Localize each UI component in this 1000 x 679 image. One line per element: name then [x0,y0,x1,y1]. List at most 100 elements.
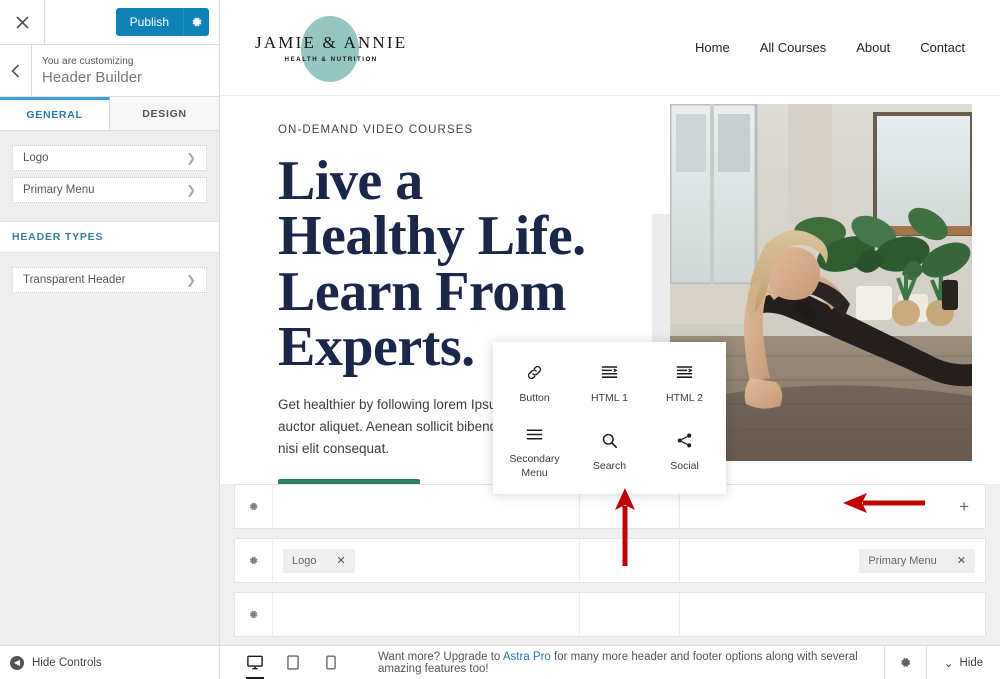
astra-pro-link[interactable]: Astra Pro [503,651,551,663]
chevron-right-icon: ❯ [185,273,196,287]
site-logo[interactable]: JAMIE & ANNIE HEALTH & NUTRITION [255,0,407,96]
picker-item-social[interactable]: Social [647,418,722,486]
device-mobile-button[interactable] [320,646,342,679]
html-lines-icon [675,363,695,383]
section-heading-header-types: HEADER TYPES [0,221,219,253]
chevron-left-icon [11,63,20,78]
device-preview-switcher [220,646,366,679]
row-zone-center[interactable] [580,593,680,636]
picker-item-search[interactable]: Search [572,418,647,486]
publish-group: Publish [115,8,209,36]
logo-tagline: HEALTH & NUTRITION [284,55,378,63]
chip-remove-icon[interactable]: ✕ [957,554,966,567]
sidebar-item-primary-menu[interactable]: Primary Menu ❯ [12,177,207,203]
gear-icon [249,502,258,511]
section-body-header-types: Transparent Header ❯ [0,253,219,293]
row-zone-right[interactable]: Primary Menu ✕ [680,539,986,582]
chip-label: Logo [292,554,317,567]
picker-item-secondary-menu[interactable]: Secondary Menu [497,418,572,486]
panel-body: Logo ❯ Primary Menu ❯ HEADER TYPES Trans… [0,131,219,645]
hero-eyebrow: ON-DEMAND VIDEO COURSES [278,124,474,136]
page-title: Header Builder [42,68,143,86]
device-tablet-button[interactable] [282,646,304,679]
builder-chip-logo[interactable]: Logo ✕ [283,548,355,573]
publish-settings-button[interactable] [183,8,209,36]
row-settings-button[interactable] [235,485,273,528]
builder-row-below-header [234,592,986,637]
picker-item-label: Secondary Menu [509,453,560,479]
sidebar-item-logo[interactable]: Logo ❯ [12,145,207,171]
hero-heading-line: Healthy Life. [278,205,586,268]
hide-controls-label: Hide Controls [32,656,102,669]
picker-item-html-1[interactable]: HTML 1 [572,350,647,418]
picker-item-button[interactable]: Button [497,350,572,418]
picker-item-label: Social [670,459,699,472]
desktop-icon [247,655,263,670]
upgrade-message: Want more? Upgrade to Astra Pro for many… [366,651,884,675]
gear-icon [192,17,201,27]
customizer-app: Publish You are customizing Header Build… [0,0,1000,679]
logo-title: JAMIE & ANNIE [255,32,408,52]
header-builder-panel: + Logo ✕ Primary Menu ✕ [220,484,1000,645]
customizer-footer-bar: ◀ Hide Controls Want more? Upgrade to As… [0,645,1000,679]
customizer-sidebar: Publish You are customizing Header Build… [0,0,220,645]
hide-controls-button[interactable]: ◀ Hide Controls [0,646,220,679]
builder-chip-primary-menu[interactable]: Primary Menu ✕ [859,548,975,573]
gear-icon [901,657,911,667]
picker-item-label: HTML 2 [666,391,703,404]
nav-link-contact[interactable]: Contact [920,40,965,55]
chevron-down-icon: ⌄ [943,657,954,670]
device-desktop-button[interactable] [244,646,266,679]
add-element-plus-button[interactable]: + [953,498,975,515]
sidebar-item-label: Primary Menu [23,184,95,196]
link-icon [525,363,545,383]
chip-remove-icon[interactable]: ✕ [336,554,345,567]
sidebar-topbar: Publish [0,0,219,45]
publish-button[interactable]: Publish [115,8,183,36]
search-icon [600,431,620,451]
collapse-left-icon: ◀ [10,655,24,670]
hide-footer-button[interactable]: ⌄ Hide [926,646,1000,679]
row-zone-right[interactable] [680,593,986,636]
upgrade-message-before: Want more? Upgrade to [378,650,503,663]
close-customizer-button[interactable] [0,0,45,44]
row-settings-button[interactable] [235,539,273,582]
primary-navigation: Home All Courses About Contact [695,40,965,55]
nav-link-all-courses[interactable]: All Courses [760,40,826,55]
chip-label: Primary Menu [868,554,937,567]
tab-design[interactable]: DESIGN [110,97,219,130]
panel-tabs: GENERAL DESIGN [0,97,219,131]
row-zone-left[interactable] [273,593,580,636]
hide-label: Hide [959,656,984,669]
chevron-right-icon: ❯ [185,151,196,165]
builder-row-primary-header: Logo ✕ Primary Menu ✕ [234,538,986,583]
picker-item-html-2[interactable]: HTML 2 [647,350,722,418]
close-icon [15,15,29,29]
footer-settings-button[interactable] [884,646,926,679]
picker-item-label: Button [519,391,550,404]
element-picker-popup: Button HTML 1 HTML 2 Secondary Menu Sear… [493,342,726,494]
html-lines-icon [600,363,620,383]
picker-item-label: HTML 1 [591,391,628,404]
row-zone-center[interactable] [580,539,680,582]
panel-header: You are customizing Header Builder [0,45,219,97]
hamburger-icon [525,424,545,444]
sidebar-item-label: Transparent Header [23,274,126,286]
picker-item-label: Search [592,459,627,472]
back-button[interactable] [0,45,32,96]
nav-link-home[interactable]: Home [695,40,730,55]
sidebar-item-label: Logo [23,152,49,164]
gear-icon [249,556,258,565]
sidebar-item-transparent-header[interactable]: Transparent Header ❯ [12,267,207,293]
nav-link-about[interactable]: About [856,40,890,55]
mobile-icon [326,655,336,670]
gear-icon [249,610,258,619]
hero-heading-line: Learn From [278,260,566,323]
row-zone-left[interactable]: Logo ✕ [273,539,580,582]
panel-titles: You are customizing Header Builder [32,56,142,86]
tab-general[interactable]: GENERAL [0,97,110,130]
site-header: JAMIE & ANNIE HEALTH & NUTRITION Home Al… [220,0,1000,96]
customizing-label: You are customizing [42,55,134,67]
row-settings-button[interactable] [235,593,273,636]
logo-text: JAMIE & ANNIE HEALTH & NUTRITION [255,33,407,63]
